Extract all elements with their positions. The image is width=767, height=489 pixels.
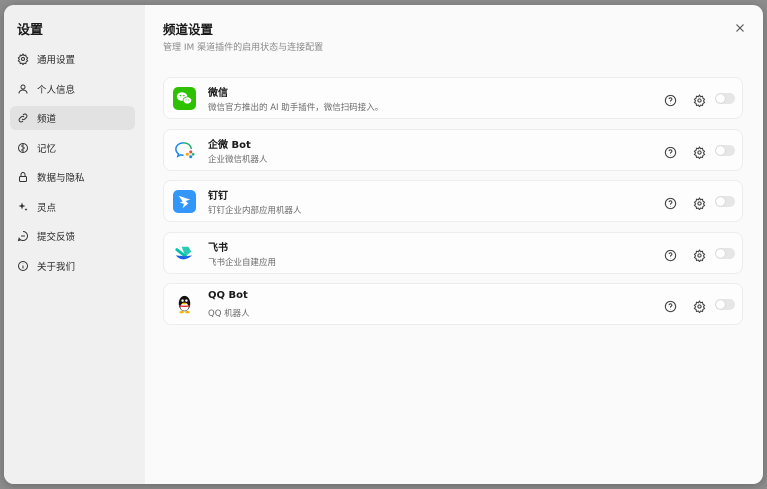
sidebar-item-memory[interactable]: 记忆 — [10, 136, 135, 160]
gear-icon — [693, 145, 706, 160]
help-button[interactable] — [664, 298, 677, 313]
page-subtitle: 管理 IM 渠道插件的启用状态与连接配置 — [163, 43, 324, 53]
sidebar-item-lingdian[interactable]: 灵点 — [10, 195, 135, 219]
settings-button[interactable] — [693, 144, 706, 160]
settings-button[interactable] — [693, 298, 706, 315]
sidebar-item-general[interactable]: 通用设置 — [10, 47, 135, 71]
sidebar-item-profile[interactable]: 个人信息 — [10, 77, 135, 101]
help-button[interactable] — [664, 144, 677, 158]
enable-toggle[interactable] — [715, 93, 735, 104]
gear-icon — [693, 248, 706, 263]
channel-card-qq: QQ Bot QQ 机器人 — [163, 283, 743, 326]
gear-icon — [17, 53, 29, 65]
channel-card-feishu: 飞书 飞书企业自建应用 — [163, 231, 743, 274]
question-circle-icon — [664, 249, 677, 261]
main-panel: 频道设置 管理 IM 渠道插件的启用状态与连接配置 微信 微信官方推出的 AI … — [145, 5, 763, 484]
toggle-knob — [716, 94, 725, 103]
channel-description: 钉钉企业内部应用机器人 — [208, 206, 302, 217]
memory-icon — [17, 142, 29, 154]
sidebar-item-label: 通用设置 — [37, 55, 76, 66]
channel-card-dingtalk: 钉钉 钉钉企业内部应用机器人 — [163, 180, 743, 223]
sidebar-item-about[interactable]: 关于我们 — [10, 254, 135, 278]
feedback-icon — [17, 230, 29, 242]
toggle-knob — [716, 197, 725, 207]
channel-card-wechat: 微信 微信官方推出的 AI 助手插件，微信扫码接入。 — [163, 77, 743, 119]
channel-description: 飞书企业自建应用 — [208, 257, 277, 268]
channel-name: 微信 — [208, 88, 228, 99]
user-icon — [17, 83, 29, 95]
help-button[interactable] — [664, 247, 677, 261]
sidebar: 设置 通用设置 个人信息 频道 记忆 数据与隐私 灵点 提交反馈 关于我们 — [4, 5, 145, 484]
channel-description: 微信官方推出的 AI 助手插件，微信扫码接入。 — [208, 103, 384, 113]
channel-name: QQ Bot — [208, 290, 248, 302]
enable-toggle[interactable] — [715, 247, 735, 259]
sidebar-item-label: 提交反馈 — [37, 232, 76, 243]
settings-button[interactable] — [693, 195, 706, 211]
enable-toggle[interactable] — [715, 299, 735, 311]
help-button[interactable] — [664, 92, 677, 107]
channel-description: QQ 机器人 — [208, 309, 250, 320]
question-circle-icon — [664, 146, 677, 158]
close-icon — [736, 24, 744, 32]
sidebar-item-label: 记忆 — [37, 143, 57, 155]
link-icon — [17, 112, 29, 124]
close-button[interactable] — [733, 20, 747, 34]
enable-toggle[interactable] — [715, 196, 735, 208]
channel-list: 微信 微信官方推出的 AI 助手插件，微信扫码接入。 企微 Bot 企业微信机器… — [163, 77, 743, 335]
settings-button[interactable] — [693, 247, 706, 263]
question-circle-icon — [664, 301, 677, 313]
sparkle-icon — [17, 201, 29, 213]
question-circle-icon — [664, 94, 677, 107]
info-icon — [17, 260, 29, 272]
sidebar-item-label: 频道 — [37, 114, 57, 125]
channel-name: 企微 Bot — [208, 139, 251, 151]
sidebar-item-feedback[interactable]: 提交反馈 — [10, 224, 135, 248]
sidebar-item-label: 数据与隐私 — [37, 173, 85, 184]
channel-name: 钉钉 — [208, 191, 228, 203]
wechat-logo-icon — [173, 87, 196, 110]
sidebar-title: 设置 — [17, 23, 44, 38]
toggle-knob — [716, 248, 725, 258]
sidebar-item-privacy[interactable]: 数据与隐私 — [10, 165, 135, 189]
sidebar-item-channels[interactable]: 频道 — [10, 106, 135, 130]
sidebar-nav: 通用设置 个人信息 频道 记忆 数据与隐私 灵点 提交反馈 关于我们 — [10, 47, 135, 283]
sidebar-item-label: 关于我们 — [37, 261, 76, 273]
wecom-logo-icon — [173, 139, 196, 162]
gear-icon — [693, 197, 706, 211]
sidebar-item-label: 个人信息 — [37, 84, 76, 96]
settings-button[interactable] — [693, 92, 706, 108]
enable-toggle[interactable] — [715, 144, 735, 156]
help-button[interactable] — [664, 195, 677, 210]
qq-logo-icon — [173, 293, 196, 316]
channel-card-wecom: 企微 Bot 企业微信机器人 — [163, 128, 743, 171]
channel-description: 企业微信机器人 — [208, 154, 268, 165]
toggle-knob — [716, 300, 725, 310]
question-circle-icon — [664, 198, 677, 210]
gear-icon — [693, 300, 706, 315]
sidebar-item-label: 灵点 — [37, 202, 57, 214]
dingtalk-logo-icon — [173, 190, 196, 214]
channel-name: 飞书 — [208, 242, 228, 254]
toggle-knob — [716, 145, 725, 155]
settings-window: 设置 通用设置 个人信息 频道 记忆 数据与隐私 灵点 提交反馈 关于我们 频道… — [4, 5, 763, 484]
lock-icon — [17, 171, 29, 183]
feishu-logo-icon — [173, 242, 196, 265]
gear-icon — [693, 94, 706, 108]
page-title: 频道设置 — [163, 22, 214, 37]
